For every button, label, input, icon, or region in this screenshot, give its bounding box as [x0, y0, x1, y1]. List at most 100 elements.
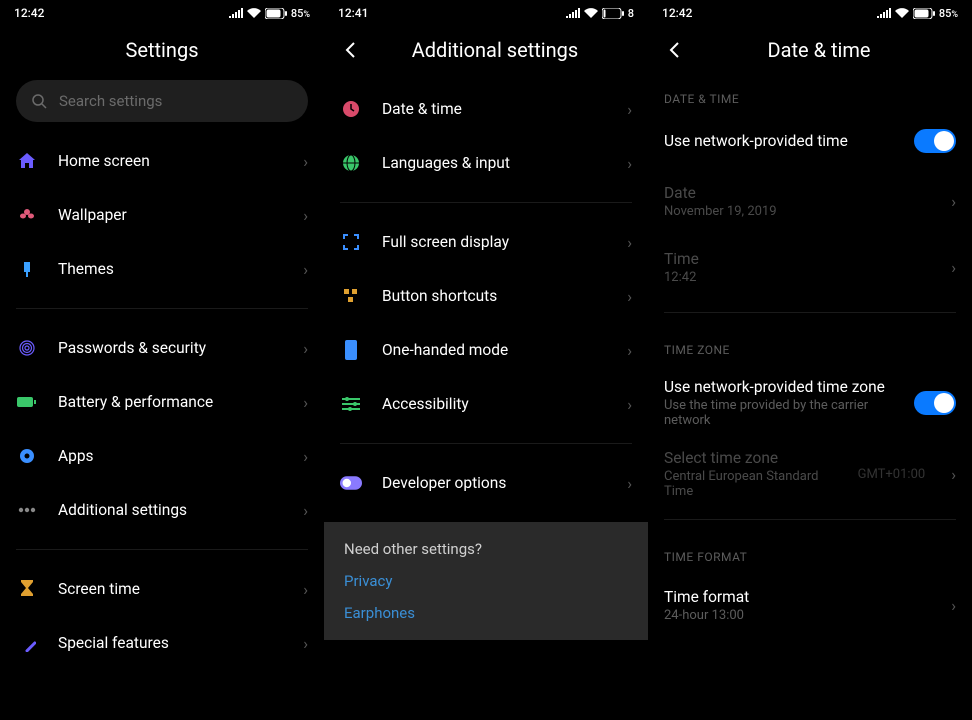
setting-row-special-features[interactable]: Special features ›: [0, 616, 324, 670]
page-title: Additional settings: [378, 38, 612, 62]
toggle-network-time[interactable]: [914, 129, 956, 153]
chevron-right-icon: ›: [951, 192, 956, 211]
row-label: Themes: [58, 260, 283, 278]
fingerprint-icon: [16, 337, 38, 359]
status-icons: 85%: [877, 7, 958, 20]
chevron-left-icon: [669, 42, 679, 58]
chevron-right-icon: ›: [951, 465, 956, 484]
battery-icon: [602, 8, 624, 19]
chevron-right-icon: ›: [303, 393, 308, 412]
setting-row-full-screen-display[interactable]: Full screen display ›: [324, 215, 648, 269]
row-select-tz: Select time zone Central European Standa…: [648, 441, 972, 507]
back-button[interactable]: [664, 40, 684, 60]
setting-row-additional-settings[interactable]: Additional settings ›: [0, 483, 324, 537]
status-time: 12:42: [662, 6, 692, 20]
link-earphones[interactable]: Earphones: [344, 604, 628, 622]
sliders-icon: [340, 393, 362, 415]
wifi-icon: [247, 8, 261, 18]
row-time: Time 12:42 ›: [648, 234, 972, 300]
row-label: Full screen display: [382, 233, 607, 251]
tz-offset: GMT+01:00: [858, 467, 926, 482]
label: Use network-provided time: [664, 132, 894, 150]
chevron-right-icon: ›: [951, 596, 956, 615]
setting-row-passwords-security[interactable]: Passwords & security ›: [0, 321, 324, 375]
label: Date: [664, 184, 931, 202]
sub-label: Central European Standard Time: [664, 469, 838, 499]
row-time-format[interactable]: Time format 24-hour 13:00 ›: [648, 572, 972, 638]
blocks-icon: [340, 285, 362, 307]
setting-row-wallpaper[interactable]: Wallpaper ›: [0, 188, 324, 242]
row-use-network-tz[interactable]: Use network-provided time zone Use the t…: [648, 365, 972, 441]
setting-row-button-shortcuts[interactable]: Button shortcuts ›: [324, 269, 648, 323]
status-bar: 12:42 85%: [0, 0, 324, 26]
chevron-right-icon: ›: [627, 154, 632, 173]
divider: [16, 549, 308, 550]
phone-icon: [340, 339, 362, 361]
section-date-time: DATE & TIME: [648, 74, 972, 114]
search-input[interactable]: Search settings: [16, 80, 308, 122]
sub-label: Use the time provided by the carrier net…: [664, 398, 894, 428]
date-time-screen: 12:42 85% Date & time DATE & TIME Use ne…: [648, 0, 972, 720]
brush-icon: [16, 258, 38, 280]
setting-row-accessibility[interactable]: Accessibility ›: [324, 377, 648, 431]
dev-toggle-icon: [340, 472, 362, 494]
label: Time format: [664, 588, 931, 606]
label: Use network-provided time zone: [664, 378, 894, 396]
chevron-right-icon: ›: [627, 341, 632, 360]
status-icons: 8: [566, 7, 634, 20]
row-date: Date November 19, 2019 ›: [648, 168, 972, 234]
chevron-right-icon: ›: [303, 206, 308, 225]
chevron-right-icon: ›: [627, 233, 632, 252]
setting-row-home-screen[interactable]: Home screen ›: [0, 134, 324, 188]
row-label: Screen time: [58, 580, 283, 598]
chevron-right-icon: ›: [951, 258, 956, 277]
setting-row-developer-options[interactable]: Developer options ›: [324, 456, 648, 510]
row-label: Languages & input: [382, 154, 607, 172]
setting-row-languages-input[interactable]: Languages & input ›: [324, 136, 648, 190]
setting-row-date-time[interactable]: Date & time ›: [324, 82, 648, 136]
fullscreen-icon: [340, 231, 362, 253]
label: Select time zone: [664, 449, 838, 467]
battery-percent: 85%: [939, 7, 958, 20]
chevron-left-icon: [345, 42, 355, 58]
settings-list: Home screen › Wallpaper › Themes › Passw…: [0, 134, 324, 720]
divider: [340, 443, 632, 444]
chevron-right-icon: ›: [303, 260, 308, 279]
status-icons: 85%: [229, 7, 310, 20]
hourglass-icon: [16, 578, 38, 600]
status-bar: 12:41 8: [324, 0, 648, 26]
divider: [664, 312, 956, 313]
chevron-right-icon: ›: [627, 287, 632, 306]
divider: [340, 202, 632, 203]
signal-icon: [877, 8, 891, 18]
chevron-right-icon: ›: [303, 501, 308, 520]
title-row: Date & time: [648, 26, 972, 74]
chevron-right-icon: ›: [303, 634, 308, 653]
row-label: Wallpaper: [58, 206, 283, 224]
sub-label: 24-hour 13:00: [664, 608, 931, 623]
setting-row-battery-performance[interactable]: Battery & performance ›: [0, 375, 324, 429]
signal-icon: [229, 8, 243, 18]
row-label: Special features: [58, 634, 283, 652]
search-icon: [32, 94, 47, 109]
home-icon: [16, 150, 38, 172]
label: Time: [664, 250, 931, 268]
wand-icon: [16, 632, 38, 654]
link-privacy[interactable]: Privacy: [344, 572, 628, 590]
setting-row-apps[interactable]: Apps ›: [0, 429, 324, 483]
section-time-zone: TIME ZONE: [648, 325, 972, 365]
setting-row-one-handed-mode[interactable]: One-handed mode ›: [324, 323, 648, 377]
setting-row-screen-time[interactable]: Screen time ›: [0, 562, 324, 616]
search-placeholder: Search settings: [59, 92, 162, 110]
back-button[interactable]: [340, 40, 360, 60]
setting-row-themes[interactable]: Themes ›: [0, 242, 324, 296]
toggle-network-tz[interactable]: [914, 391, 956, 415]
chevron-right-icon: ›: [627, 474, 632, 493]
wifi-icon: [584, 8, 598, 18]
status-bar: 12:42 85%: [648, 0, 972, 26]
row-label: Additional settings: [58, 501, 283, 519]
chevron-right-icon: ›: [627, 395, 632, 414]
row-label: Date & time: [382, 100, 607, 118]
row-use-network-time[interactable]: Use network-provided time: [648, 114, 972, 168]
signal-icon: [566, 8, 580, 18]
